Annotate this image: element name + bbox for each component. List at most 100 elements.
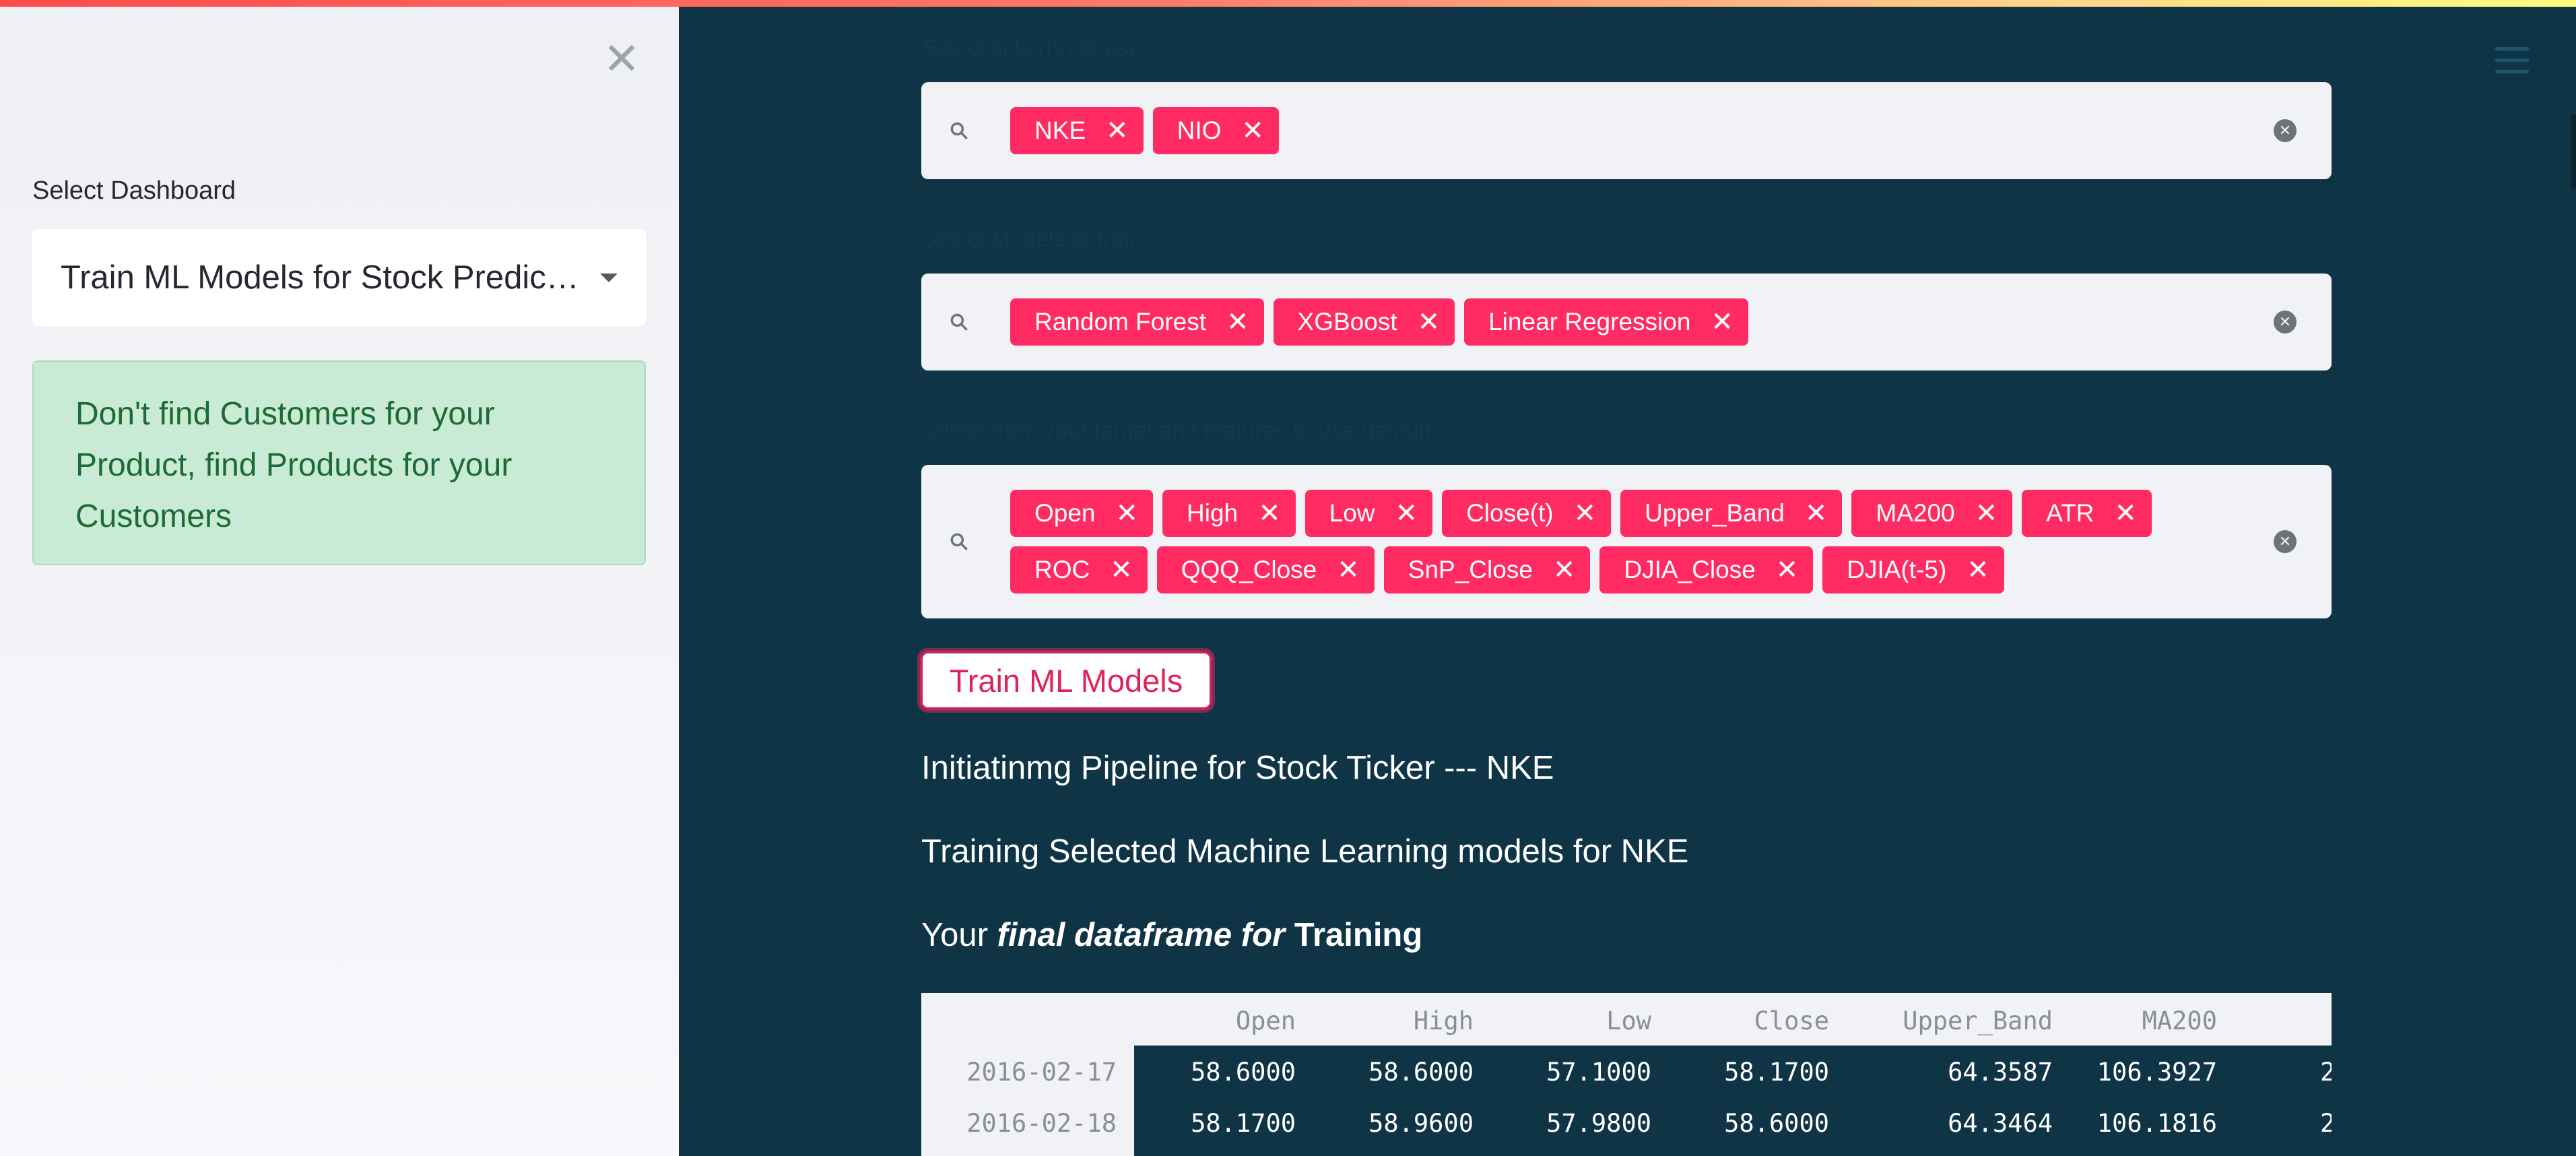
column-header[interactable]: High (1414, 1006, 1474, 1035)
remove-chip-icon[interactable]: ✕ (1711, 309, 1733, 335)
info-alert: Don't find Customers for your Product, f… (32, 360, 646, 565)
table-cell: 58.1700 (1724, 1058, 1829, 1087)
remove-chip-icon[interactable]: ✕ (1574, 500, 1597, 527)
selected-chip[interactable]: MA200 ✕ (1851, 490, 2013, 537)
dashboard-select-label: Select Dashboard (32, 176, 236, 205)
chip-label: NIO (1177, 117, 1222, 144)
search-icon (950, 533, 968, 550)
selected-chip[interactable]: Upper_Band ✕ (1620, 490, 1843, 537)
clear-icon[interactable]: ✕ (2274, 530, 2297, 553)
remove-chip-icon[interactable]: ✕ (1110, 556, 1133, 583)
table-cell: 64.3587 (1948, 1058, 2053, 1087)
selected-chip[interactable]: Close(t) ✕ (1442, 490, 1612, 537)
selected-chip[interactable]: Open ✕ (1010, 490, 1154, 537)
dashboard-select[interactable]: Train ML Models for Stock Prediction (32, 229, 646, 326)
row-index: 2016-02-18 (966, 1109, 1117, 1138)
selected-chip[interactable]: DJIA_Close ✕ (1599, 546, 1814, 593)
selected-chip[interactable]: NIO ✕ (1152, 107, 1279, 154)
selected-chip[interactable]: Low ✕ (1304, 490, 1433, 537)
feature-chip-list: Open ✕ High ✕ Low ✕ Close(t) ✕ Upper_Band ✕ MA200 ✕… (1010, 490, 2256, 593)
remove-chip-icon[interactable]: ✕ (1258, 500, 1281, 527)
column-header[interactable]: MA200 (2142, 1006, 2217, 1035)
chip-label: Random Forest (1034, 308, 1206, 335)
feature-multiselect[interactable]: Open ✕ High ✕ Low ✕ Close(t) ✕ Upper_Band ✕ MA200 ✕… (921, 465, 2332, 618)
sidebar: ✕ Select Dashboard Train ML Models for S… (0, 0, 679, 1156)
dashboard-select-value: Train ML Models for Stock Prediction (61, 259, 587, 296)
remove-chip-icon[interactable]: ✕ (1967, 556, 1989, 583)
ticker-chip-list: NKE ✕ NIO ✕ (1010, 107, 1279, 154)
chip-label: Linear Regression (1488, 308, 1691, 335)
chip-label: MA200 (1876, 499, 1955, 527)
column-header[interactable]: Close (1754, 1006, 1829, 1035)
remove-chip-icon[interactable]: ✕ (1553, 556, 1576, 583)
chip-label: XGBoost (1297, 308, 1397, 335)
final-dataframe-heading: Your final dataframe for Training (921, 917, 1423, 953)
table-cell: 2.3 (2320, 1058, 2332, 1087)
selected-chip[interactable]: NKE ✕ (1010, 107, 1144, 154)
chip-label: Upper_Band (1645, 499, 1785, 527)
selected-chip[interactable]: Linear Regression ✕ (1464, 298, 1748, 346)
table-cell: 57.9800 (1546, 1109, 1651, 1138)
row-index: 2016-02-17 (966, 1058, 1117, 1087)
search-icon (950, 122, 968, 139)
scrollbar[interactable] (2571, 115, 2576, 189)
remove-chip-icon[interactable]: ✕ (1395, 500, 1418, 527)
table-cell: 106.3927 (2096, 1058, 2217, 1087)
ticker-multiselect[interactable]: NKE ✕ NIO ✕ ✕ (921, 82, 2332, 179)
selected-chip[interactable]: High ✕ (1162, 490, 1296, 537)
top-decoration-bar (0, 0, 2576, 7)
remove-chip-icon[interactable]: ✕ (1337, 556, 1360, 583)
remove-chip-icon[interactable]: ✕ (1975, 500, 1998, 527)
selected-chip[interactable]: SnP_Close ✕ (1383, 546, 1591, 593)
remove-chip-icon[interactable]: ✕ (2114, 500, 2137, 527)
selected-chip[interactable]: DJIA(t-5) ✕ (1822, 546, 2004, 593)
feature-select-label: Select from your target and features to … (921, 418, 1430, 443)
table-cell: 58.6000 (1191, 1058, 1296, 1087)
dataframe-table[interactable]: OpenHighLowCloseUpper_BandMA200A2016-02-… (921, 993, 2332, 1156)
table-cell: 2.2 (2320, 1109, 2332, 1138)
model-select-label: Select Models to train (921, 226, 1142, 252)
chevron-down-icon (600, 273, 618, 282)
ticker-select-label: Select ticker(s) to use (921, 35, 1142, 61)
table-cell: 58.1700 (1191, 1109, 1296, 1138)
remove-chip-icon[interactable]: ✕ (1776, 556, 1799, 583)
table-cell: 58.6000 (1368, 1058, 1474, 1087)
chip-label: NKE (1034, 117, 1086, 144)
table-cell: 57.1000 (1546, 1058, 1651, 1087)
chip-label: ATR (2046, 499, 2094, 527)
model-multiselect[interactable]: Random Forest ✕ XGBoost ✕ Linear Regression ✕… (921, 274, 2332, 371)
chip-label: SnP_Close (1408, 556, 1533, 583)
pipeline-message: Initiatinmg Pipeline for Stock Ticker --… (921, 750, 1554, 786)
selected-chip[interactable]: XGBoost ✕ (1273, 298, 1455, 346)
chip-label: Close(t) (1466, 499, 1554, 527)
chip-label: Low (1329, 499, 1375, 527)
remove-chip-icon[interactable]: ✕ (1106, 117, 1129, 144)
selected-chip[interactable]: ATR ✕ (2022, 490, 2152, 537)
selected-chip[interactable]: ROC ✕ (1010, 546, 1148, 593)
remove-chip-icon[interactable]: ✕ (1418, 309, 1441, 335)
column-header[interactable]: Low (1606, 1006, 1651, 1035)
selected-chip[interactable]: QQQ_Close ✕ (1156, 546, 1375, 593)
remove-chip-icon[interactable]: ✕ (1226, 309, 1249, 335)
clear-icon[interactable]: ✕ (2274, 119, 2297, 142)
column-header[interactable]: Open (1236, 1006, 1296, 1035)
table-cell: 58.9600 (1368, 1109, 1474, 1138)
chip-label: QQQ_Close (1181, 556, 1317, 583)
chip-label: DJIA_Close (1624, 556, 1756, 583)
remove-chip-icon[interactable]: ✕ (1241, 117, 1264, 144)
selected-chip[interactable]: Random Forest ✕ (1010, 298, 1264, 346)
train-ml-models-button[interactable]: Train ML Models (920, 651, 1212, 710)
close-sidebar-icon[interactable]: ✕ (603, 37, 640, 82)
remove-chip-icon[interactable]: ✕ (1116, 500, 1139, 527)
hamburger-menu-icon[interactable] (2495, 47, 2529, 77)
table-cell: 106.1816 (2096, 1109, 2217, 1138)
remove-chip-icon[interactable]: ✕ (1805, 500, 1828, 527)
column-header[interactable]: Upper_Band (1903, 1006, 2053, 1035)
training-message: Training Selected Machine Learning model… (921, 833, 1689, 870)
clear-icon[interactable]: ✕ (2274, 311, 2297, 333)
chip-label: Open (1034, 499, 1096, 527)
chip-label: ROC (1034, 556, 1090, 583)
table-cell: 64.3464 (1948, 1109, 2053, 1138)
chip-label: High (1187, 499, 1239, 527)
chip-label: DJIA(t-5) (1847, 556, 1947, 583)
